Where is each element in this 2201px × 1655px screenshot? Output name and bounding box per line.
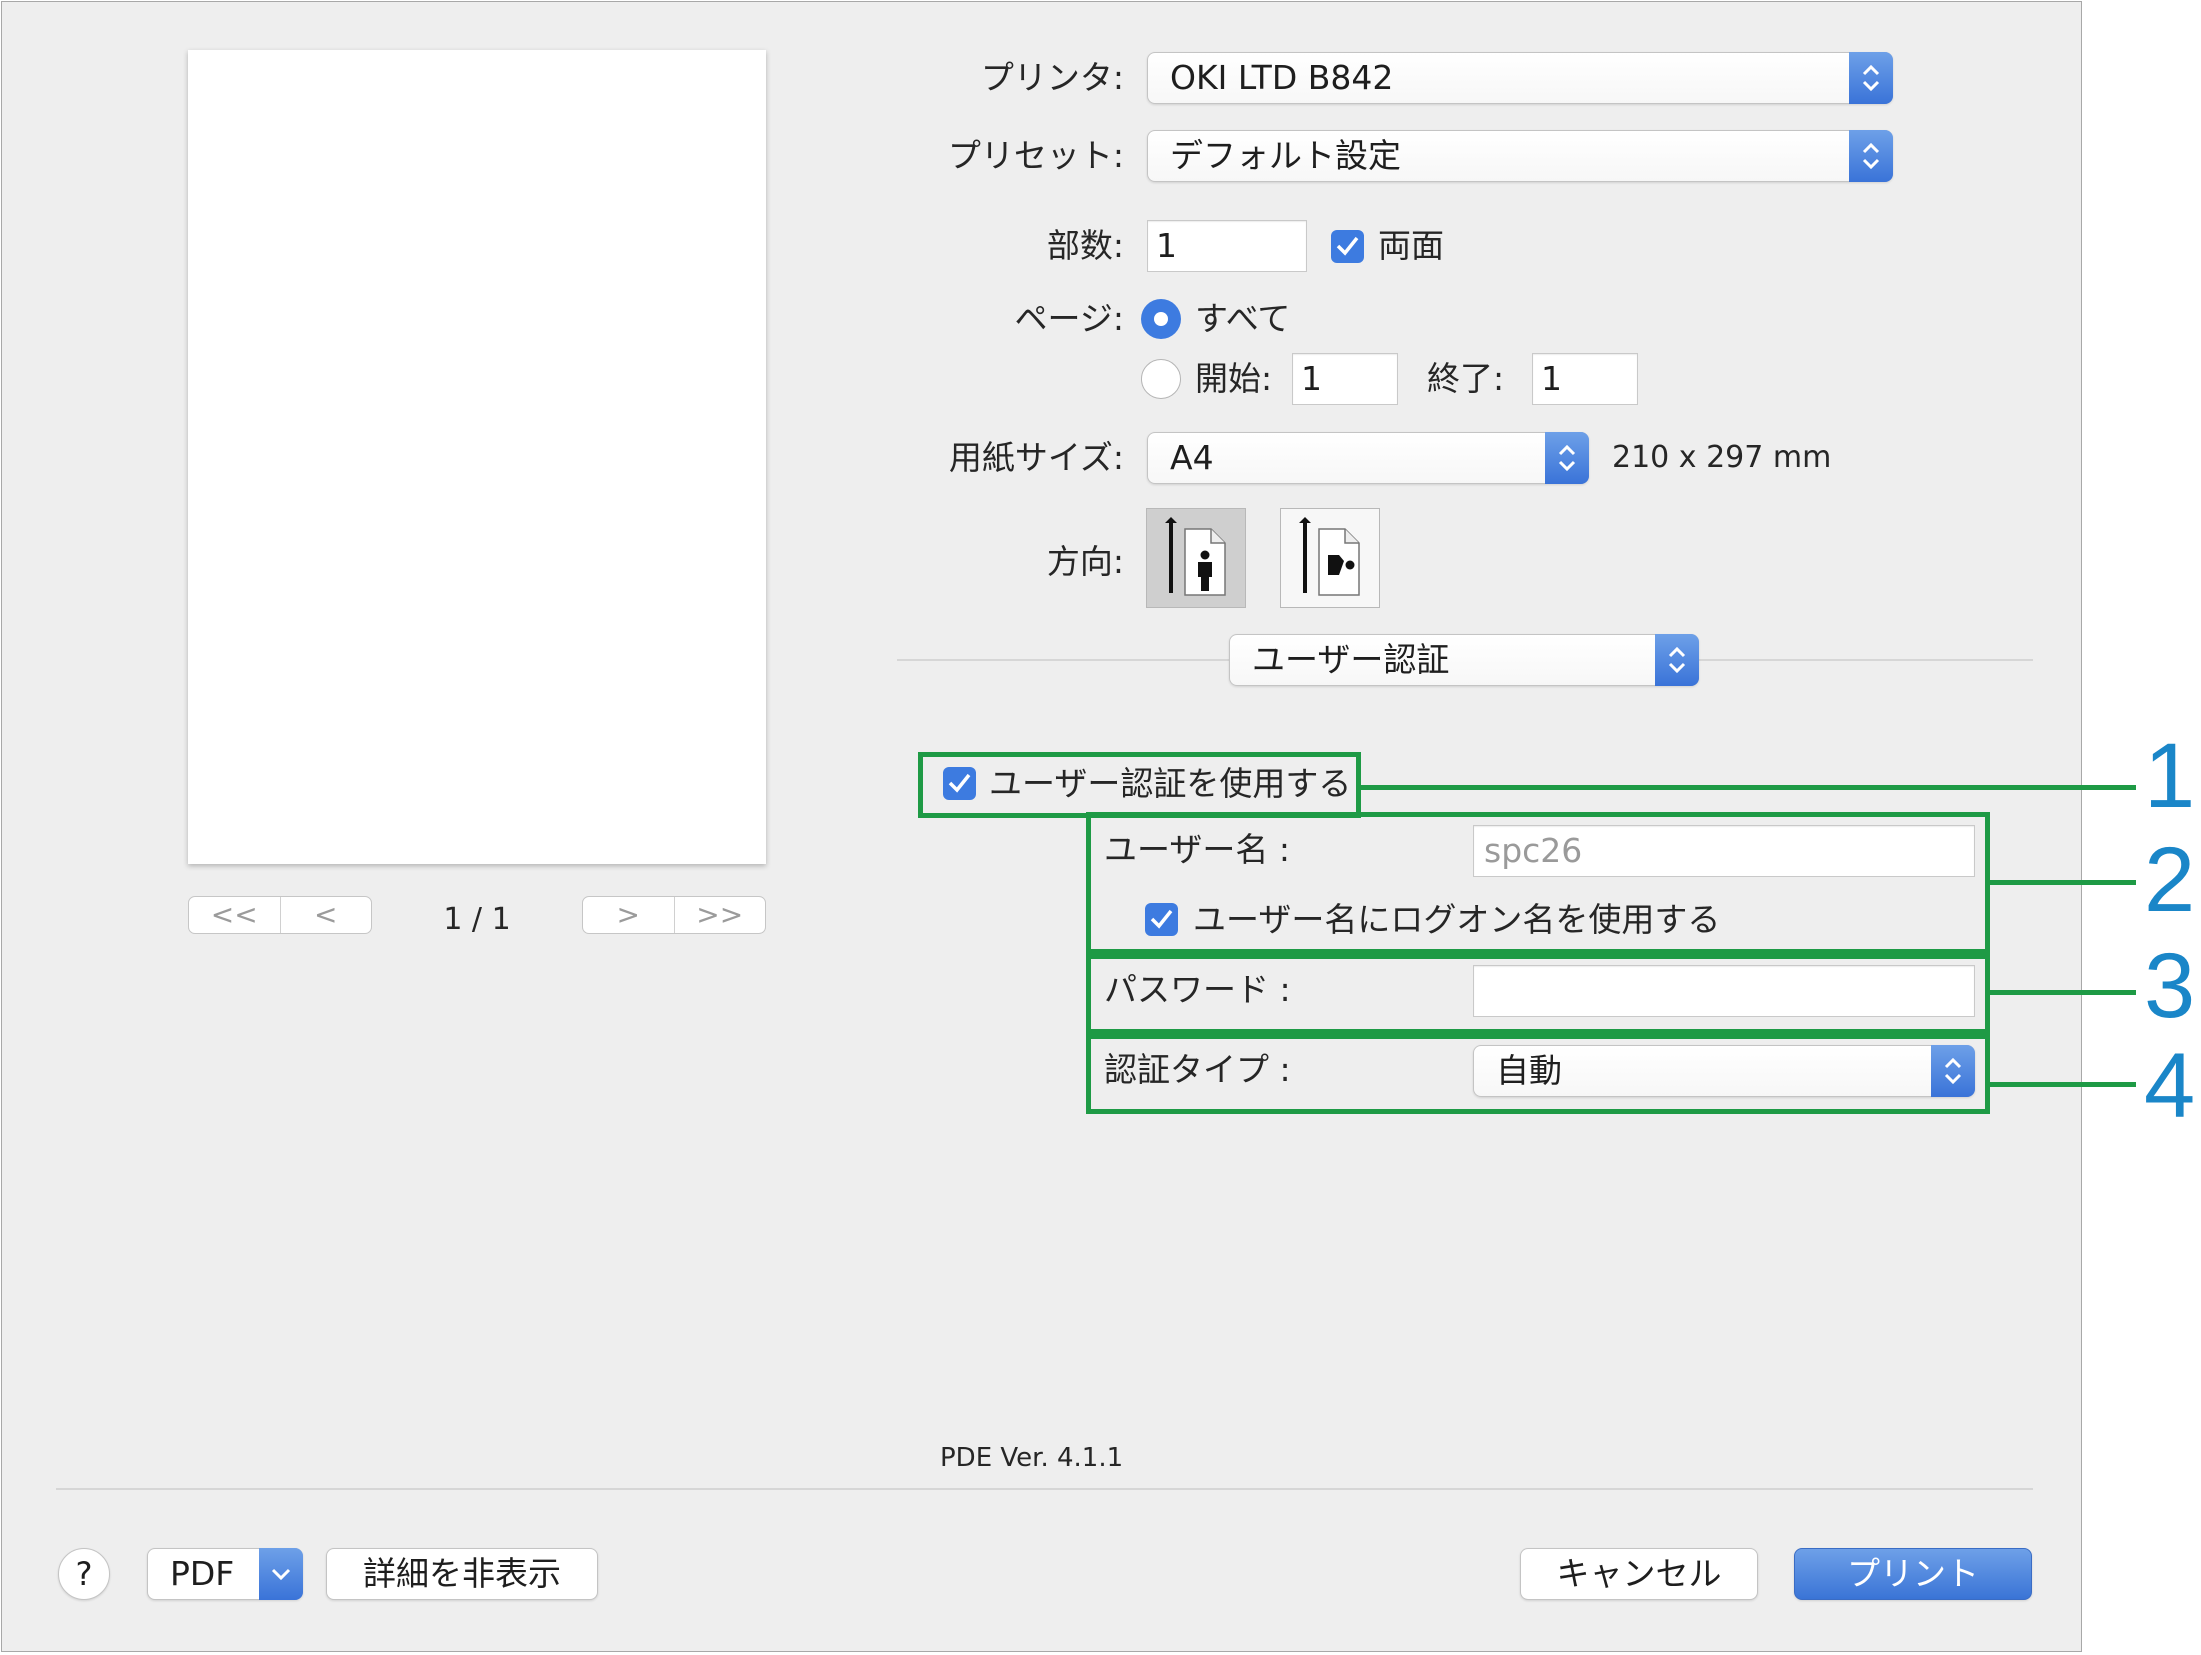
- pdf-label: PDF: [170, 1554, 235, 1593]
- copies-input[interactable]: 1: [1147, 220, 1307, 272]
- pages-to-input[interactable]: 1: [1532, 353, 1638, 405]
- pages-from-input[interactable]: 1: [1292, 353, 1398, 405]
- help-button[interactable]: ?: [58, 1548, 110, 1600]
- callout-line-3: [1990, 990, 2136, 995]
- callout-number-3: 3: [2144, 935, 2196, 1037]
- previous-page-button[interactable]: <: [279, 897, 372, 933]
- copies-label: 部数:: [1046, 226, 1124, 265]
- updown-chevron-icon: [1849, 52, 1893, 104]
- duplex-label: 両面: [1378, 226, 1444, 265]
- paper-size-value: A4: [1170, 438, 1214, 477]
- callout-line-2: [1990, 880, 2136, 885]
- panel-select-value: ユーザー認証: [1252, 640, 1450, 679]
- pages-from-label: 開始:: [1195, 359, 1273, 398]
- panel-select[interactable]: ユーザー認証: [1229, 634, 1699, 686]
- landscape-button[interactable]: [1280, 508, 1380, 608]
- preview-forward-nav: > >>: [582, 896, 766, 934]
- pages-to-label: 終了:: [1427, 359, 1505, 398]
- updown-chevron-icon: [1849, 130, 1893, 182]
- pdf-menu-button[interactable]: PDF: [147, 1548, 303, 1600]
- printer-value: OKI LTD B842: [1170, 58, 1394, 97]
- orientation-label: 方向:: [1046, 542, 1124, 581]
- callout-number-4: 4: [2144, 1035, 2196, 1137]
- updown-chevron-icon: [1545, 432, 1589, 484]
- cancel-button[interactable]: キャンセル: [1520, 1548, 1758, 1600]
- preview-back-nav: << <: [188, 896, 372, 934]
- panel-separator-left: [897, 659, 1229, 661]
- paper-size-select[interactable]: A4: [1147, 432, 1589, 484]
- printer-label: プリンタ:: [980, 58, 1124, 97]
- panel-separator-right: [1699, 659, 2033, 661]
- callout-number-2: 2: [2144, 829, 2196, 931]
- first-page-button[interactable]: <<: [189, 897, 280, 933]
- printer-select[interactable]: OKI LTD B842: [1147, 52, 1893, 104]
- preset-value: デフォルト設定: [1170, 136, 1401, 175]
- callout-line-4: [1990, 1082, 2136, 1087]
- print-button[interactable]: プリント: [1794, 1548, 2032, 1600]
- hide-details-button[interactable]: 詳細を非表示: [326, 1548, 598, 1600]
- callout-box-4: [1086, 1034, 1990, 1114]
- callout-number-1: 1: [2144, 725, 2196, 827]
- chevron-down-icon: [259, 1548, 303, 1600]
- portrait-button[interactable]: [1146, 508, 1246, 608]
- page-indicator: 1 / 1: [443, 902, 511, 937]
- preview-page: [188, 50, 766, 864]
- updown-chevron-icon: [1655, 634, 1699, 686]
- version-text: PDE Ver. 4.1.1: [940, 1443, 1124, 1473]
- pages-all-radio[interactable]: [1141, 299, 1181, 339]
- preset-select[interactable]: デフォルト設定: [1147, 130, 1893, 182]
- callout-line-1: [1361, 785, 2136, 790]
- bottom-separator: [56, 1488, 2033, 1490]
- pages-label: ページ:: [1014, 299, 1124, 338]
- pages-range-radio[interactable]: [1141, 359, 1181, 399]
- callout-box-1: [918, 752, 1361, 818]
- callout-box-2: [1086, 812, 1990, 954]
- pages-all-label: すべて: [1195, 299, 1291, 338]
- last-page-button[interactable]: >>: [673, 897, 766, 933]
- paper-dimensions: 210 x 297 mm: [1612, 440, 1832, 475]
- paper-size-label: 用紙サイズ:: [948, 438, 1124, 477]
- duplex-checkbox[interactable]: [1331, 230, 1364, 263]
- preset-label: プリセット:: [947, 136, 1124, 175]
- callout-box-3: [1086, 954, 1990, 1034]
- next-page-button[interactable]: >: [583, 897, 674, 933]
- portrait-icon: [1165, 517, 1226, 596]
- landscape-icon: [1299, 517, 1360, 596]
